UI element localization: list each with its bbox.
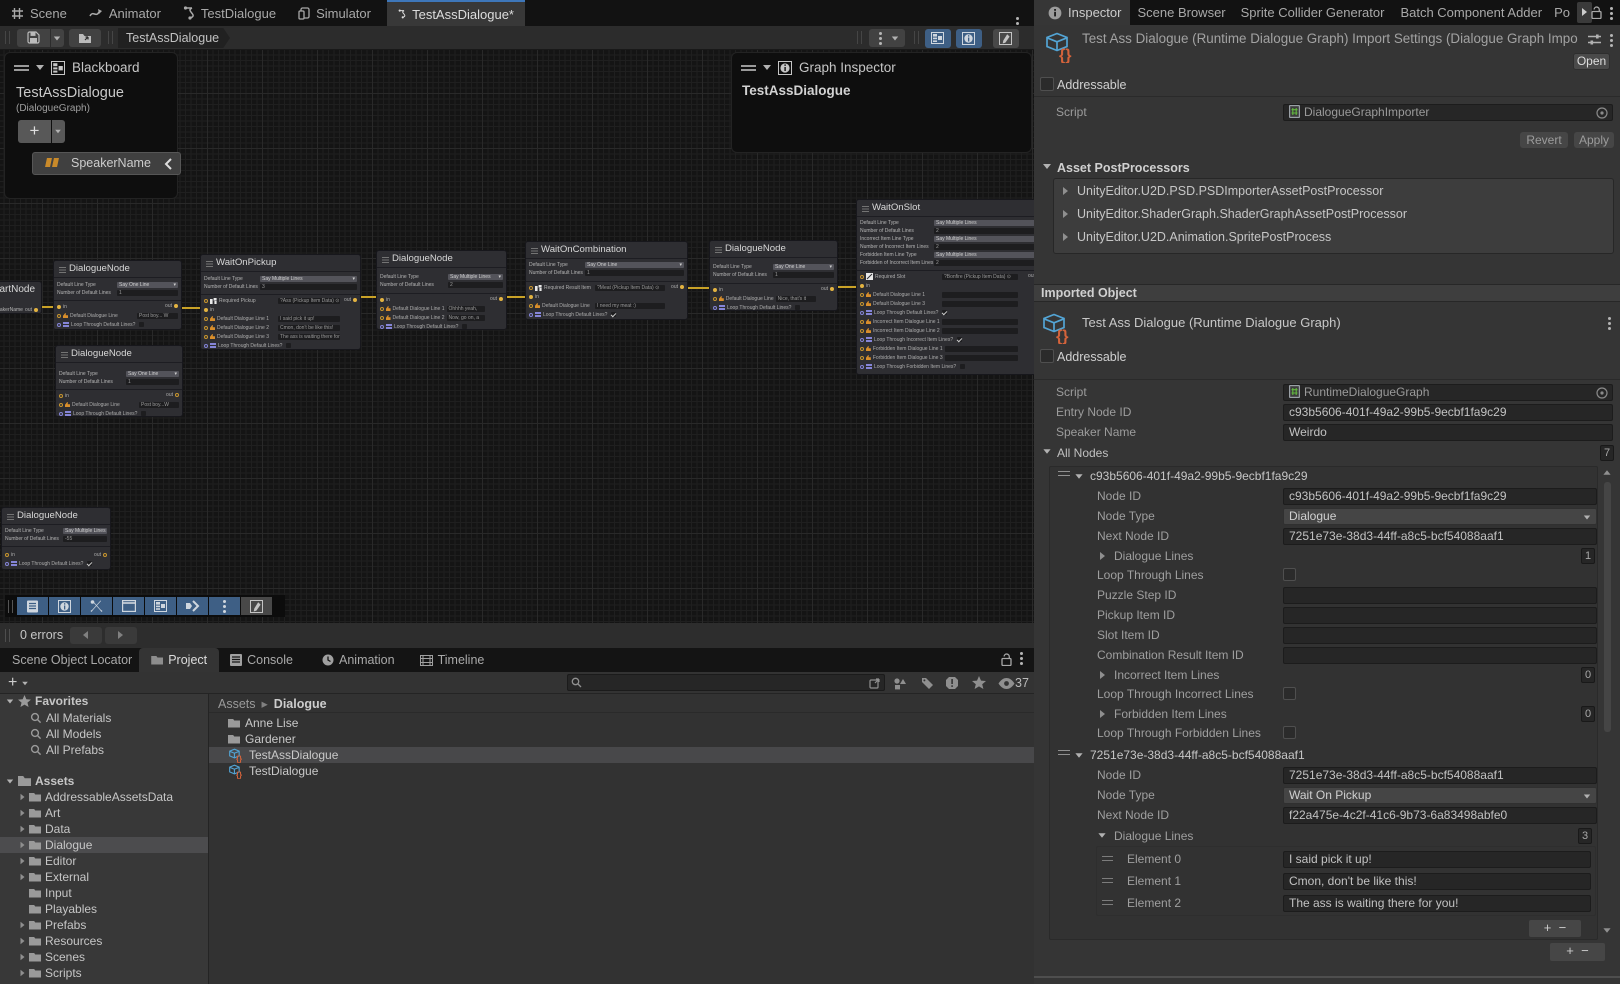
svg-text:{}: {} bbox=[1056, 328, 1068, 344]
svg-text:{}: {} bbox=[1059, 47, 1071, 63]
svg-text:{}: {} bbox=[236, 754, 242, 763]
svg-text:{}: {} bbox=[236, 770, 242, 779]
